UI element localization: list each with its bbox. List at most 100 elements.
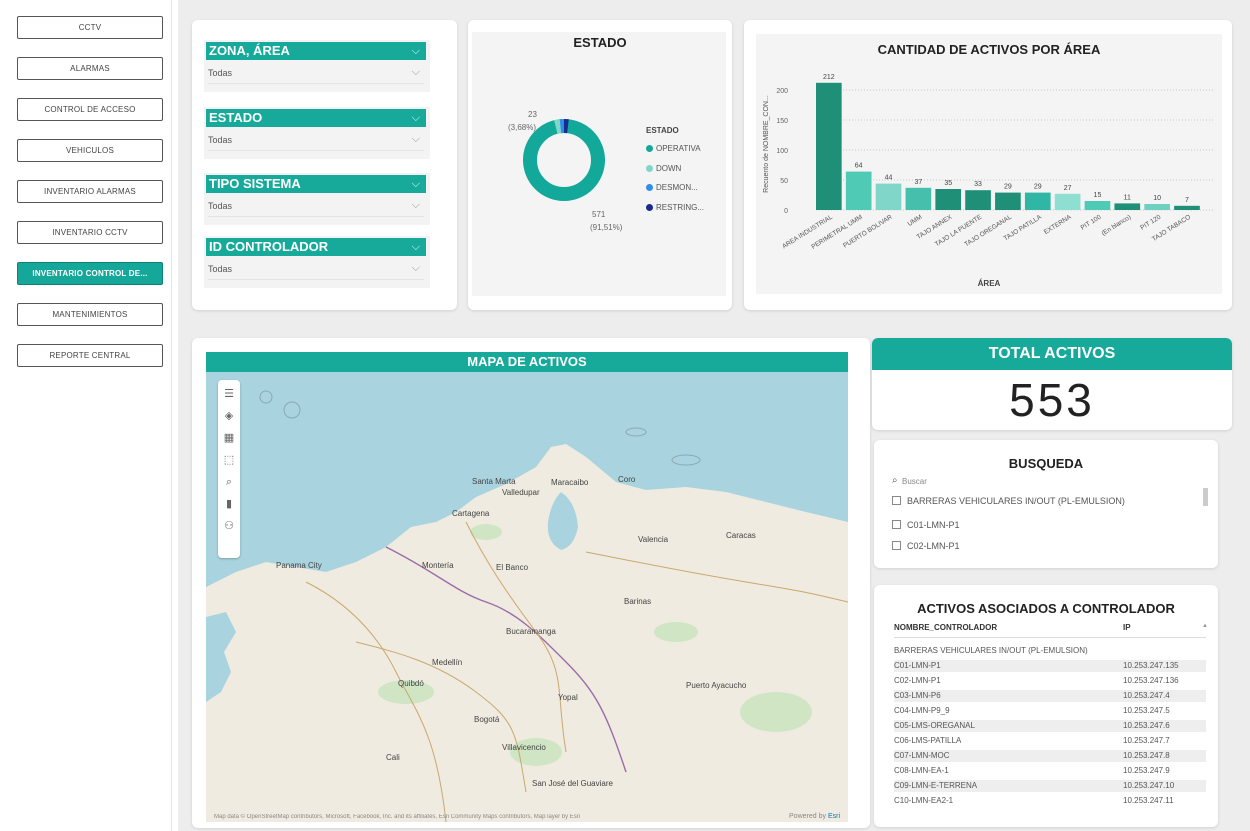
nav-button-reporte-central[interactable]: REPORTE CENTRAL (17, 344, 163, 367)
slicer-value: Todas (208, 264, 233, 274)
legend-item-restringido[interactable]: RESTRING... (646, 203, 704, 212)
bar[interactable] (905, 187, 932, 210)
checkbox[interactable] (892, 541, 901, 550)
chevron-down-icon: ⌵ (411, 66, 420, 78)
legend-dot (646, 145, 653, 152)
nav-button-mantenimientos[interactable]: MANTENIMIENTOS (17, 303, 163, 326)
nav-button-inventario-alarmas[interactable]: INVENTARIO ALARMAS (17, 180, 163, 203)
checkbox[interactable] (892, 520, 901, 529)
table-row[interactable]: C06-LMS-PATILLA 10.253.247.7 (894, 735, 1206, 747)
search-input[interactable]: Buscar (902, 477, 927, 486)
search-icon[interactable]: ⌕ (218, 472, 240, 492)
slicer-zona-area[interactable]: ZONA, ÁREA ⌵ Todas ⌵ (204, 40, 430, 92)
checkbox[interactable] (892, 496, 901, 505)
legend-item-desmontado[interactable]: DESMON... (646, 183, 698, 192)
col-header-nombre[interactable]: NOMBRE_CONTROLADOR (894, 623, 997, 632)
legend-item-operativa[interactable]: OPERATIVA (646, 144, 701, 153)
controller-name: C10-LMN-EA2-1 (894, 796, 954, 805)
bar-chart[interactable]: CANTIDAD DE ACTIVOS POR ÁREA ÁREA Recuento… (756, 34, 1222, 294)
y-axis-title: Recuento de NOMBRE_CON... (763, 95, 770, 193)
bar[interactable] (965, 190, 991, 210)
data-label: 33 (974, 181, 982, 188)
nav-button-vehiculos[interactable]: VEHICULOS (17, 139, 163, 162)
slicer-dropdown[interactable]: Todas ⌵ (208, 66, 424, 84)
chevron-down-icon: ⌵ (411, 262, 420, 274)
controller-name: C07-LMN-MOC (894, 751, 950, 760)
table-row[interactable]: C04-LMN-P9_9 10.253.247.5 (894, 705, 1206, 717)
place-label: Valledupar (502, 488, 540, 497)
search-list-item[interactable]: C01-LMN-P1 (892, 520, 1210, 534)
bar[interactable] (875, 183, 902, 210)
table-row[interactable]: C02-LMN-P1 10.253.247.136 (894, 675, 1206, 687)
place-label: El Banco (496, 563, 529, 572)
bar[interactable] (1174, 205, 1200, 210)
slicer-header: ID CONTROLADOR ⌵ (206, 238, 426, 256)
bar-chart-card: CANTIDAD DE ACTIVOS POR ÁREA ÁREA Recuento… (744, 20, 1232, 310)
data-label: 212 (823, 74, 835, 81)
person-icon[interactable]: ⚇ (218, 516, 240, 536)
table-row[interactable]: C01-LMN-P1 10.253.247.135 (894, 660, 1206, 672)
scrollbar[interactable] (1203, 488, 1208, 506)
nav-button-inventario-control[interactable]: INVENTARIO CONTROL DE... (17, 262, 163, 285)
table-row[interactable]: C08-LMN-EA-1 10.253.247.9 (894, 765, 1206, 777)
controller-name: C08-LMN-EA-1 (894, 766, 949, 775)
bar[interactable] (816, 82, 842, 210)
nav-button-cctv[interactable]: CCTV (17, 16, 163, 39)
bar[interactable] (1084, 201, 1111, 210)
nav-button-alarmas[interactable]: ALARMAS (17, 57, 163, 80)
legend-label: OPERATIVA (656, 144, 701, 153)
bar[interactable] (1054, 193, 1081, 210)
scroll-up-icon[interactable]: ▲ (1202, 623, 1208, 629)
esri-link[interactable]: Esri (828, 813, 840, 820)
select-icon[interactable]: ⬚ (218, 450, 240, 470)
place-label: Valencia (638, 535, 669, 544)
menu-icon[interactable]: ☰ (218, 384, 240, 404)
place-label: Caracas (726, 531, 756, 540)
controller-ip: 10.253.247.9 (1123, 766, 1170, 775)
place-label: Quibdó (398, 679, 424, 688)
bar[interactable] (1144, 204, 1170, 210)
nav-button-control-de-acceso[interactable]: CONTROL DE ACCESO (17, 98, 163, 121)
table-row[interactable]: C03-LMN-P6 10.253.247.4 (894, 690, 1206, 702)
bar[interactable] (845, 171, 872, 210)
table-row[interactable]: C07-LMN-MOC 10.253.247.8 (894, 750, 1206, 762)
legend-item-down[interactable]: DOWN (646, 164, 681, 173)
chevron-down-icon: ⌵ (411, 133, 420, 145)
controller-ip: 10.253.247.10 (1123, 781, 1175, 790)
table-row[interactable]: BARRERAS VEHICULARES IN/OUT (PL-EMULSION… (894, 645, 1206, 657)
col-header-ip[interactable]: IP (1123, 623, 1131, 632)
search-list-item[interactable]: BARRERAS VEHICULARES IN/OUT (PL-EMULSION… (892, 496, 1210, 510)
bar[interactable] (1114, 203, 1141, 210)
table-row[interactable]: C05-LMS-OREGANAL 10.253.247.6 (894, 720, 1206, 732)
bar[interactable] (995, 192, 1021, 210)
table-row[interactable]: C09-LMN-E-TERRENA 10.253.247.10 (894, 780, 1206, 792)
chart-icon[interactable]: ▮ (218, 494, 240, 514)
nav-button-inventario-cctv[interactable]: INVENTARIO CCTV (17, 221, 163, 244)
controller-name: C05-LMS-OREGANAL (894, 721, 975, 730)
bar[interactable] (935, 189, 962, 210)
donut-label-small-pct: (3,68%) (508, 123, 537, 132)
controller-ip: 10.253.247.8 (1123, 751, 1170, 760)
layers-icon[interactable]: ◈ (218, 406, 240, 426)
controller-ip: 10.253.247.5 (1123, 706, 1170, 715)
map-view[interactable]: Santa Marta Cartagena Valledupar Maracai… (206, 372, 848, 822)
bar[interactable] (1024, 192, 1051, 210)
navigation-sidebar: CCTV ALARMAS CONTROL DE ACCESO VEHICULOS… (0, 0, 172, 831)
search-box[interactable]: ⌕ Buscar (892, 475, 1212, 490)
grid-icon[interactable]: ▦ (218, 428, 240, 448)
slicer-dropdown[interactable]: Todas ⌵ (208, 262, 424, 280)
place-label: Santa Marta (472, 477, 516, 486)
busqueda-title: BUSQUEDA (1008, 456, 1084, 471)
table-row[interactable]: C10-LMN-EA2-1 10.253.247.11 (894, 795, 1206, 807)
slicer-id-controlador[interactable]: ID CONTROLADOR ⌵ Todas ⌵ (204, 236, 430, 288)
slicer-estado[interactable]: ESTADO ⌵ Todas ⌵ (204, 107, 430, 159)
caribbean-sea (206, 372, 848, 587)
pacific-ocean (206, 612, 236, 702)
search-list-item[interactable]: C02-LMN-P1 (892, 541, 1210, 555)
place-label: Bogotá (474, 715, 500, 724)
slicer-dropdown[interactable]: Todas ⌵ (208, 199, 424, 217)
data-label: 37 (914, 179, 922, 186)
map-canvas[interactable]: Santa Marta Cartagena Valledupar Maracai… (206, 372, 848, 822)
slicer-dropdown[interactable]: Todas ⌵ (208, 133, 424, 151)
slicer-tipo-sistema[interactable]: TIPO SISTEMA ⌵ Todas ⌵ (204, 173, 430, 225)
